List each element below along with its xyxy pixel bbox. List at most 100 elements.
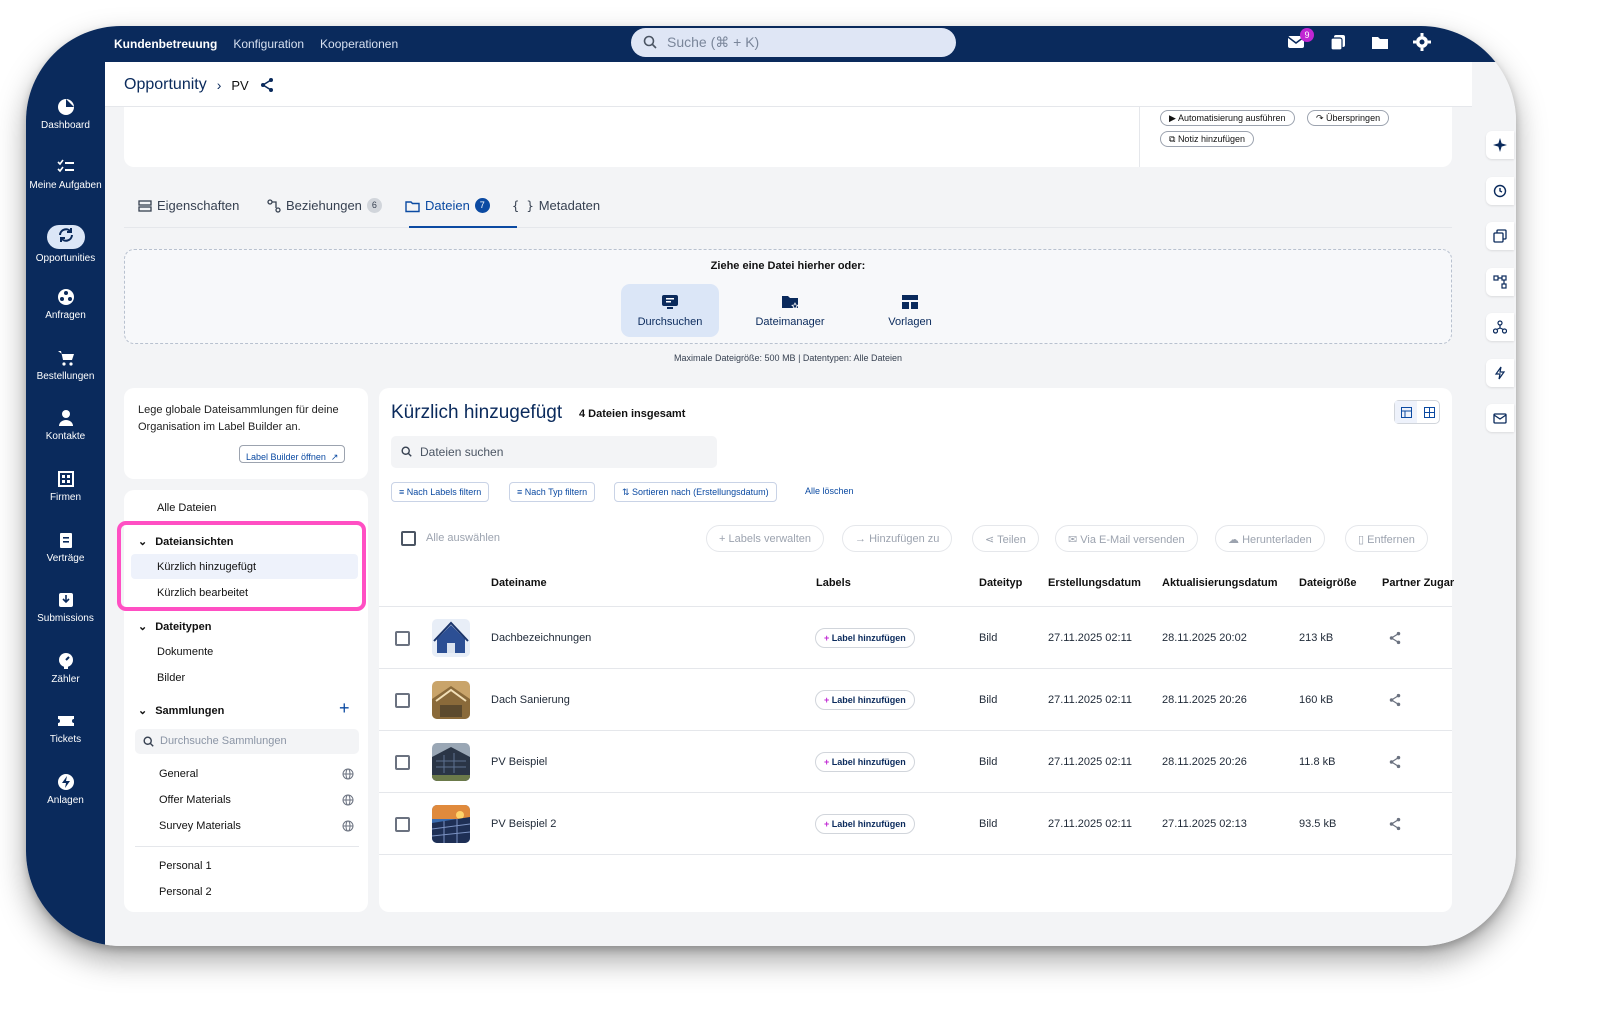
- table-row[interactable]: Dach Sanierung + Label hinzufügen Bild 2…: [379, 669, 1452, 731]
- ai-sparkle-icon[interactable]: [1486, 131, 1514, 159]
- share-icon[interactable]: [1388, 693, 1402, 707]
- file-size: 93.5 kB: [1299, 818, 1337, 830]
- tree-type-images[interactable]: Bilder: [157, 672, 185, 684]
- table-row[interactable]: Dachbezeichnungen + Label hinzufügen Bil…: [379, 607, 1452, 669]
- meter-icon: [58, 653, 73, 669]
- tab-eigenschaften[interactable]: Eigenschaften: [138, 198, 239, 213]
- file-name[interactable]: PV Beispiel 2: [491, 818, 556, 830]
- building-icon: [57, 471, 74, 487]
- top-nav-kooperationen[interactable]: Kooperationen: [320, 37, 398, 51]
- file-size: 213 kB: [1299, 632, 1334, 644]
- share-icon[interactable]: [259, 77, 275, 93]
- add-label-button[interactable]: + Label hinzufügen: [815, 752, 915, 772]
- sidebar-item-dashboard[interactable]: Dashboard: [26, 98, 105, 132]
- collection-general[interactable]: General: [159, 768, 198, 780]
- manage-labels-button[interactable]: + Labels verwalten: [706, 525, 825, 552]
- tab-metadaten[interactable]: { } Metadaten: [512, 198, 600, 213]
- tree-head-dateitypen[interactable]: ⌄ Dateitypen: [138, 620, 211, 634]
- filter-by-type-button[interactable]: ≡ Nach Typ filtern: [509, 482, 596, 502]
- sidebar-item-submissions[interactable]: Submissions: [26, 591, 105, 625]
- mail-icon[interactable]: 9: [1286, 28, 1314, 52]
- mail-icon[interactable]: [1486, 404, 1514, 432]
- top-nav-kundenbetreuung[interactable]: Kundenbetreuung: [114, 37, 217, 51]
- file-created: 27.11.2025 02:11: [1048, 818, 1133, 830]
- col-filename[interactable]: Dateiname: [491, 577, 547, 589]
- add-label-button[interactable]: + Label hinzufügen: [815, 690, 915, 710]
- add-note-button[interactable]: ⧉ Notiz hinzufügen: [1160, 131, 1254, 147]
- table-row[interactable]: PV Beispiel + Label hinzufügen Bild 27.1…: [379, 731, 1452, 793]
- collection-survey-materials[interactable]: Survey Materials: [159, 820, 241, 832]
- info-text: Lege globale Dateisammlungen für deine O…: [138, 404, 339, 433]
- tab-dateien[interactable]: Dateien 7: [405, 198, 490, 213]
- grid-view-icon[interactable]: [1418, 401, 1440, 423]
- sidebar-item-anfragen[interactable]: Anfragen: [26, 288, 105, 322]
- col-type[interactable]: Dateityp: [979, 577, 1022, 589]
- row-checkbox[interactable]: [395, 755, 410, 770]
- copy-icon[interactable]: [1486, 222, 1514, 250]
- collections-search-input[interactable]: Durchsuche Sammlungen: [135, 729, 359, 754]
- global-search-input[interactable]: Suche (⌘ + K): [631, 28, 956, 57]
- sidebar-item-zaehler[interactable]: Zähler: [26, 652, 105, 686]
- tab-beziehungen[interactable]: Beziehungen 6: [267, 198, 382, 213]
- file-name[interactable]: Dachbezeichnungen: [491, 632, 591, 644]
- col-created[interactable]: Erstellungsdatum: [1048, 577, 1141, 589]
- sidebar-item-anlagen[interactable]: Anlagen: [26, 773, 105, 807]
- copy-icon[interactable]: [1328, 32, 1348, 52]
- collection-personal-1[interactable]: Personal 1: [159, 860, 212, 872]
- file-name[interactable]: PV Beispiel: [491, 756, 547, 768]
- sidebar-item-bestellungen[interactable]: Bestellungen: [26, 349, 105, 383]
- clear-all-link[interactable]: Alle löschen: [805, 486, 854, 496]
- run-automation-button[interactable]: ▶ Automatisierung ausführen: [1160, 110, 1295, 126]
- file-search-input[interactable]: Dateien suchen: [391, 436, 717, 468]
- remove-button[interactable]: ▯ Entfernen: [1345, 525, 1428, 552]
- sidebar-item-tickets[interactable]: Tickets: [26, 712, 105, 746]
- browse-button[interactable]: Durchsuchen: [621, 284, 719, 337]
- templates-button[interactable]: Vorlagen: [861, 284, 959, 337]
- row-checkbox[interactable]: [395, 817, 410, 832]
- sidebar-item-tasks[interactable]: Meine Aufgaben: [26, 158, 105, 192]
- share-icon[interactable]: [1388, 755, 1402, 769]
- add-collection-icon[interactable]: +: [339, 698, 350, 719]
- add-label-button[interactable]: + Label hinzufügen: [815, 628, 915, 648]
- sidebar-item-kontakte[interactable]: Kontakte: [26, 409, 105, 443]
- collection-offer-materials[interactable]: Offer Materials: [159, 794, 231, 806]
- gear-icon[interactable]: [1412, 32, 1432, 52]
- sort-button[interactable]: ⇅ Sortieren nach (Erstellungsdatum): [614, 482, 777, 502]
- sidebar-item-vertraege[interactable]: Verträge: [26, 531, 105, 565]
- row-checkbox[interactable]: [395, 693, 410, 708]
- file-name[interactable]: Dach Sanierung: [491, 694, 570, 706]
- share-icon[interactable]: [1388, 631, 1402, 645]
- select-all-checkbox[interactable]: [401, 531, 416, 546]
- breadcrumb-opportunity[interactable]: Opportunity: [124, 76, 207, 94]
- sidebar-item-opportunities[interactable]: Opportunities: [26, 225, 105, 265]
- row-checkbox[interactable]: [395, 631, 410, 646]
- download-button[interactable]: ☁ Herunterladen: [1215, 525, 1325, 552]
- share-icon[interactable]: [1388, 817, 1402, 831]
- open-label-builder-button[interactable]: Label Builder öffnen ↗: [239, 445, 346, 463]
- tree-type-documents[interactable]: Dokumente: [157, 646, 213, 658]
- history-icon[interactable]: [1486, 177, 1514, 205]
- skip-button[interactable]: ↷ Überspringen: [1307, 110, 1390, 126]
- file-dropzone[interactable]: Ziehe eine Datei hierher oder: Durchsuch…: [124, 249, 1452, 344]
- add-label-button[interactable]: + Label hinzufügen: [815, 814, 915, 834]
- workflow-icon[interactable]: [1486, 268, 1514, 296]
- lightning-icon[interactable]: [1486, 359, 1514, 387]
- table-view-icon[interactable]: [1395, 401, 1417, 423]
- col-size[interactable]: Dateigröße: [1299, 577, 1356, 589]
- col-partner-access[interactable]: Partner Zugar: [1382, 577, 1454, 589]
- col-updated[interactable]: Aktualisierungsdatum: [1162, 577, 1278, 589]
- send-email-button[interactable]: ✉ Via E-Mail versenden: [1055, 525, 1198, 552]
- folder-icon[interactable]: [1370, 32, 1390, 52]
- filter-by-labels-button[interactable]: ≡ Nach Labels filtern: [391, 482, 490, 502]
- sidebar-item-firmen[interactable]: Firmen: [26, 470, 105, 504]
- add-to-button[interactable]: → Hinzufügen zu: [842, 525, 953, 552]
- col-labels[interactable]: Labels: [816, 577, 851, 589]
- collection-personal-2[interactable]: Personal 2: [159, 886, 212, 898]
- network-icon[interactable]: [1486, 313, 1514, 341]
- table-row[interactable]: PV Beispiel 2 + Label hinzufügen Bild 27…: [379, 793, 1452, 855]
- tree-head-sammlungen[interactable]: ⌄ Sammlungen: [138, 704, 224, 718]
- top-nav-konfiguration[interactable]: Konfiguration: [233, 37, 304, 51]
- file-manager-button[interactable]: Dateimanager: [741, 284, 839, 337]
- tree-all-files[interactable]: Alle Dateien: [157, 502, 216, 514]
- share-button[interactable]: ⋖ Teilen: [972, 525, 1039, 552]
